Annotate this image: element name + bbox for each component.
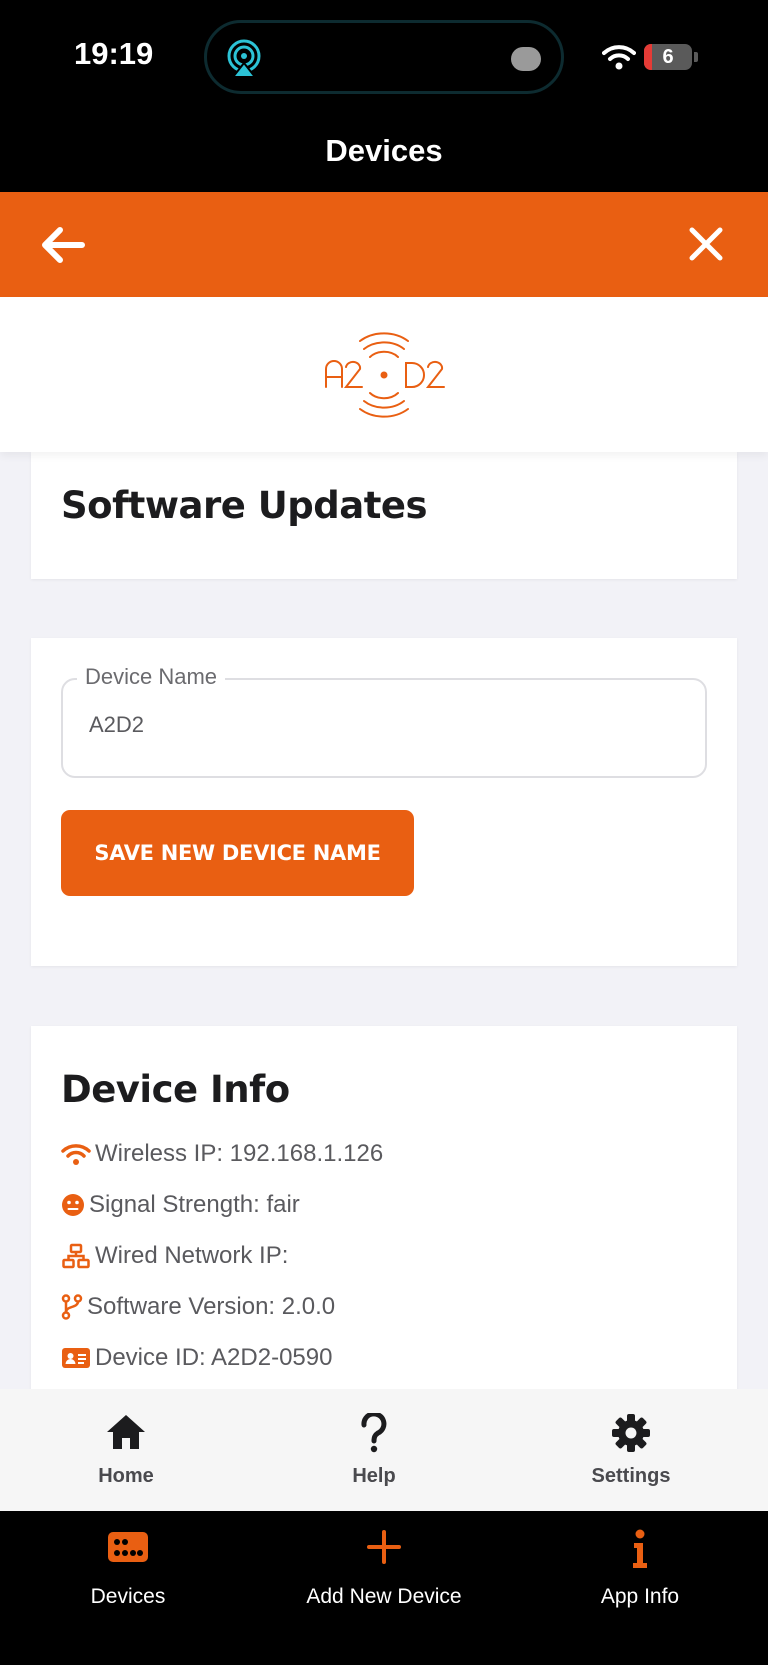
face-meh-icon (61, 1190, 85, 1220)
device-name-label: Device Name (77, 664, 226, 690)
tab-help-label: Help (352, 1465, 396, 1487)
battery-tip (694, 52, 698, 62)
devices-icon (108, 1532, 148, 1562)
dynamic-island (204, 20, 564, 94)
battery-text: 6 (662, 46, 674, 68)
info-row-wired-ip: Wired Network IP: (61, 1236, 288, 1276)
plus-icon (367, 1530, 401, 1564)
question-icon (361, 1413, 387, 1453)
tab-app-info[interactable]: App Info (540, 1511, 740, 1631)
tab-home-label: Home (98, 1465, 154, 1487)
tab-settings-label: Settings (591, 1465, 671, 1487)
page-title: Devices (325, 133, 443, 168)
tab-add-new-device-label: Add New Device (306, 1585, 462, 1608)
back-arrow-icon[interactable] (38, 222, 88, 268)
a2d2-logo (325, 332, 445, 418)
tab-devices[interactable]: Devices (28, 1511, 228, 1631)
status-time: 19:19 (74, 36, 154, 71)
navigation-bar (0, 192, 768, 297)
content-area: Software Updates Device Name SAVE NEW DE… (0, 452, 768, 1389)
wifi-status-icon (602, 45, 636, 70)
software-version-text: Software Version: 2.0.0 (87, 1293, 336, 1320)
island-indicator (511, 47, 541, 71)
wireless-ip-text: Wireless IP: 192.168.1.126 (95, 1140, 384, 1167)
airplay-icon (227, 39, 261, 77)
info-row-software-version: Software Version: 2.0.0 (61, 1287, 335, 1327)
tab-devices-label: Devices (90, 1585, 166, 1608)
info-row-device-id: Device ID: A2D2-0590 (61, 1338, 332, 1378)
app-tab-bar: Devices Add New Device App Info (0, 1511, 768, 1665)
device-name-card: Device Name SAVE NEW DEVICE NAME (31, 638, 737, 966)
info-row-wireless-ip: Wireless IP: 192.168.1.126 (61, 1134, 383, 1174)
device-name-input[interactable] (89, 712, 669, 738)
tab-home[interactable]: Home (46, 1389, 206, 1511)
tab-add-new-device[interactable]: Add New Device (284, 1511, 484, 1631)
device-name-field[interactable]: Device Name (61, 664, 707, 778)
network-icon (61, 1241, 91, 1271)
tab-settings[interactable]: Settings (551, 1389, 711, 1511)
software-updates-title: Software Updates (61, 484, 428, 527)
home-icon (107, 1415, 145, 1449)
save-device-name-button[interactable]: SAVE NEW DEVICE NAME (61, 810, 414, 896)
info-icon (633, 1529, 647, 1568)
status-bar: 19:19 6 (0, 0, 768, 110)
device-info-card: Device Info Wireless IP: 192.168.1.126 S… (31, 1026, 737, 1389)
wired-network-ip-text: Wired Network IP: (95, 1242, 289, 1269)
software-updates-card: Software Updates (31, 452, 737, 579)
code-branch-icon (61, 1292, 83, 1322)
logo-header (0, 297, 768, 452)
gear-icon (612, 1414, 650, 1452)
id-card-icon (61, 1343, 91, 1373)
device-tab-bar: Home Help Settings (0, 1389, 768, 1511)
info-row-signal-strength: Signal Strength: fair (61, 1185, 300, 1225)
battery-indicator: 6 (644, 44, 692, 70)
device-info-title: Device Info (61, 1068, 290, 1111)
tab-help[interactable]: Help (294, 1389, 454, 1511)
close-icon[interactable] (686, 222, 726, 266)
device-id-text: Device ID: A2D2-0590 (95, 1344, 333, 1371)
tab-app-info-label: App Info (600, 1585, 680, 1608)
wifi-icon (61, 1139, 91, 1169)
signal-strength-text: Signal Strength: fair (89, 1191, 300, 1218)
